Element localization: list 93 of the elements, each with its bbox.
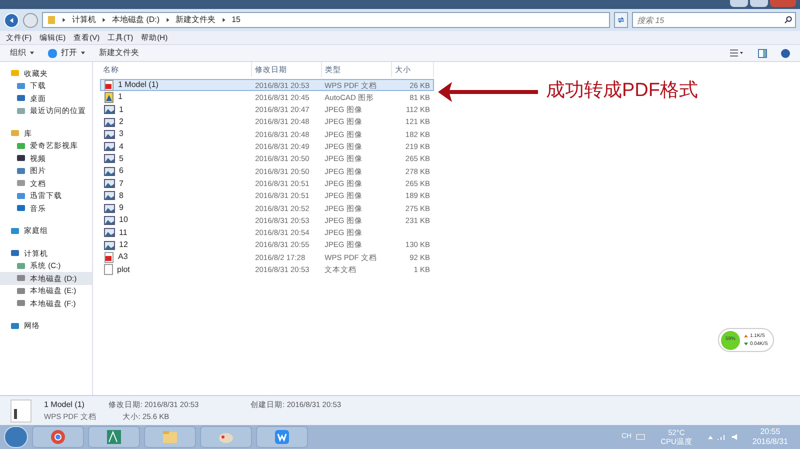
folder-icon [16,93,26,104]
breadcrumb[interactable]: 新建文件夹 [176,14,216,26]
restore-button[interactable] [750,0,768,7]
up-arrow-icon [744,334,748,338]
folder-icon [16,140,26,151]
drive-icon [16,260,26,271]
chevron-icon [222,18,226,22]
chevron-icon [62,18,66,22]
search-icon [784,16,792,24]
image-file-icon [104,130,115,139]
folder-icon [10,248,20,258]
image-file-icon [104,142,115,152]
image-file-icon [104,204,115,213]
file-name: 1 [119,104,124,116]
file-name: 9 [119,202,124,214]
forward-button[interactable] [23,12,38,28]
browser-icon [49,428,67,446]
drive-icon [16,273,26,284]
file-name: plot [117,264,130,276]
image-file-icon [104,240,115,250]
start-button[interactable] [4,426,28,448]
open-button[interactable]: 打开 [48,47,85,59]
taskbar-app[interactable] [88,426,140,448]
image-file-icon [104,154,115,164]
file-name: 12 [119,239,128,252]
image-file-icon [104,118,115,127]
caret-icon [30,51,34,55]
chevron-icon [102,18,106,22]
folder-icon [16,153,26,164]
drive-icon [16,286,26,296]
clock-time: 20:55 [760,427,780,437]
taskbar-app[interactable] [200,426,252,448]
search-field[interactable]: 搜索 15 [632,12,796,28]
file-name: 11 [119,226,128,239]
file-name: 4 [119,140,124,153]
taskbar-app[interactable] [256,426,308,448]
refresh-button[interactable] [614,12,628,28]
down-arrow-icon [744,342,748,346]
file-name: 1 Model (1) [44,398,86,411]
file-name: 5 [119,152,124,165]
back-button[interactable] [4,12,19,28]
text-file-icon [104,264,113,276]
folder-icon [16,178,26,188]
document-thumbnail-icon [10,398,32,422]
cad-app-icon [105,428,123,446]
image-file-icon [104,105,115,114]
clock-date: 2016/8/31 [752,437,788,447]
chevron-icon [166,18,170,22]
caret-icon [81,51,85,55]
minimize-button[interactable] [730,0,748,7]
folder-icon [10,128,20,138]
address-bar[interactable]: 计算机 本地磁盘 (D:) 新建文件夹 15 [42,12,610,28]
folder-icon [10,226,20,236]
file-name: 1 [118,91,122,104]
taskbar-app[interactable] [144,426,196,448]
image-file-icon [104,179,115,188]
folder-icon [16,190,26,201]
folder-icon [16,106,26,116]
taskbar-app[interactable] [32,426,84,448]
signal-icon[interactable] [717,433,728,441]
annotation-text: 成功转成PDF格式 [546,79,698,103]
folder-icon [161,428,179,446]
refresh-icon [617,16,625,24]
file-name: 6 [119,165,124,178]
breadcrumb[interactable]: 15 [232,14,240,26]
file-name: 7 [119,178,124,190]
file-name: 8 [119,190,124,202]
folder-icon [47,15,56,25]
toolbar-button[interactable]: 新建文件夹 [99,47,139,59]
file-name: 2 [119,116,124,128]
toolbar-button[interactable]: 组织 [10,47,34,59]
file-name: 10 [119,214,128,226]
file-name: 3 [119,128,124,140]
file-name: 1 Model (1) [118,79,158,92]
image-file-icon [104,166,115,176]
drive-icon [16,298,26,308]
image-file-icon [104,216,115,225]
image-file-icon [104,191,115,200]
folder-icon [16,203,26,214]
file-name: A3 [118,251,128,264]
view-list-icon[interactable] [730,49,744,57]
pdf-file-icon [104,252,114,263]
folder-icon [10,320,20,331]
pdf-file-icon [104,80,114,91]
back-arrow-icon [9,18,14,22]
tray-expand-icon [708,434,714,440]
cad-file-icon [104,92,114,103]
folder-icon [16,80,26,91]
folder-icon [16,166,26,176]
image-file-icon [104,228,115,238]
preview-pane-icon[interactable] [758,48,767,58]
breadcrumb[interactable]: 计算机 [72,14,96,26]
breadcrumb[interactable]: 本地磁盘 (D:) [112,14,160,26]
